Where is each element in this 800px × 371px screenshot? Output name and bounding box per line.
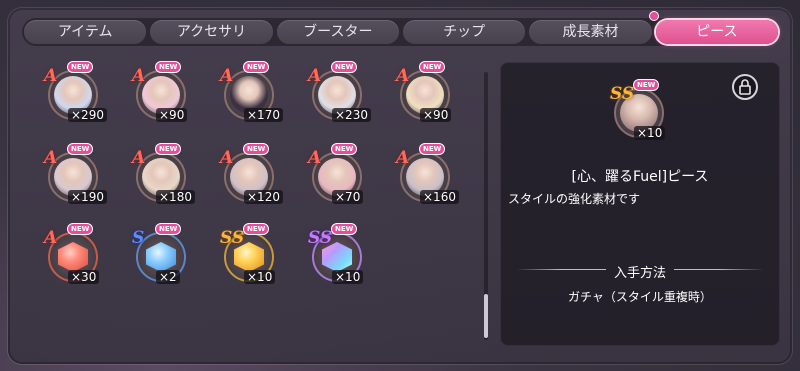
tab-pieces-label: ピース (696, 24, 738, 40)
detail-panel: SS NEW ×10 [心、躍るFuel]ピース スタイルの強化素材です 入手方… (500, 62, 780, 346)
rank-badge: A (44, 148, 58, 168)
rank-badge: A (308, 66, 322, 86)
acquisition-method: ガチャ（スタイル重複時） (568, 290, 712, 304)
new-badge: NEW (244, 224, 269, 234)
rank-badge: A (132, 148, 146, 168)
piece-item[interactable]: A NEW ×90 (394, 62, 464, 134)
rank-badge: A (44, 228, 58, 248)
rank-badge: A (44, 66, 58, 86)
new-badge: NEW (244, 62, 269, 72)
new-badge: NEW (332, 224, 357, 234)
piece-quantity: ×2 (156, 270, 180, 284)
new-badge: NEW (634, 80, 659, 90)
piece-item[interactable]: A NEW ×230 (306, 62, 376, 134)
new-badge: NEW (420, 62, 445, 72)
notification-dot (649, 12, 658, 20)
tab-boosters[interactable]: ブースター (276, 20, 399, 44)
piece-quantity: ×10 (244, 270, 276, 284)
piece-item[interactable]: A NEW ×160 (394, 144, 464, 216)
piece-quantity: ×160 (420, 190, 459, 204)
new-badge: NEW (68, 224, 93, 234)
piece-quantity: ×290 (68, 108, 107, 122)
piece-quantity: ×230 (332, 108, 371, 122)
piece-quantity: ×90 (156, 108, 188, 122)
piece-quantity: ×180 (156, 190, 195, 204)
rank-badge: A (396, 66, 410, 86)
piece-item[interactable]: A NEW ×70 (306, 144, 376, 216)
divider-right (674, 269, 764, 270)
detail-piece-icon: SS NEW ×10 (608, 80, 678, 152)
new-badge: NEW (68, 144, 93, 154)
new-badge: NEW (332, 62, 357, 72)
lock-button[interactable] (732, 74, 758, 100)
rank-badge: A (220, 66, 234, 86)
new-badge: NEW (244, 144, 269, 154)
piece-description: スタイルの強化素材です (508, 192, 641, 206)
piece-item[interactable]: SS NEW ×10 (306, 224, 376, 296)
piece-name: [心、躍るFuel]ピース (571, 169, 709, 185)
tab-pieces[interactable]: ピース (649, 12, 778, 44)
piece-quantity: ×10 (332, 270, 364, 284)
lock-icon (739, 79, 751, 95)
piece-item[interactable]: A NEW ×30 (42, 224, 112, 296)
rank-badge: S (132, 228, 145, 248)
new-badge: NEW (156, 144, 181, 154)
new-badge: NEW (156, 62, 181, 72)
piece-item[interactable]: A NEW ×170 (218, 62, 288, 134)
piece-item[interactable]: A NEW ×190 (42, 144, 112, 216)
piece-quantity: ×190 (68, 190, 107, 204)
rank-badge: A (132, 66, 146, 86)
tab-chips[interactable]: チップ (402, 20, 526, 44)
piece-quantity: ×120 (244, 190, 283, 204)
tab-items[interactable]: アイテム (24, 20, 147, 44)
piece-quantity: ×30 (68, 270, 100, 284)
rank-badge: A (308, 148, 322, 168)
piece-grid: A NEW ×290 A NEW ×90 A NEW ×170 A NEW ×230 A NEW ×90 A N… (36, 62, 476, 352)
rank-badge: SS (220, 228, 245, 248)
rank-badge: SS (308, 228, 333, 248)
piece-quantity: ×70 (332, 190, 364, 204)
new-badge: NEW (332, 144, 357, 154)
scrollbar-thumb[interactable] (484, 294, 488, 338)
rank-badge: A (396, 148, 410, 168)
tab-growth-materials[interactable]: 成長素材 (529, 20, 652, 44)
acquisition-heading: 入手方法 (613, 266, 666, 281)
tab-accessories[interactable]: アクセサリ (150, 20, 273, 44)
grid-scrollbar[interactable] (484, 72, 488, 340)
piece-item[interactable]: S NEW ×2 (130, 224, 200, 296)
rank-badge: A (220, 148, 234, 168)
piece-quantity: ×90 (420, 108, 452, 122)
piece-item[interactable]: A NEW ×120 (218, 144, 288, 216)
category-tabs: アイテム アクセサリ ブースター チップ 成長素材 ピース (22, 12, 780, 46)
new-badge: NEW (68, 62, 93, 72)
piece-quantity: ×170 (244, 108, 283, 122)
piece-item[interactable]: A NEW ×180 (130, 144, 200, 216)
new-badge: NEW (420, 144, 445, 154)
new-badge: NEW (156, 224, 181, 234)
piece-item[interactable]: A NEW ×290 (42, 62, 112, 134)
piece-item[interactable]: SS NEW ×10 (218, 224, 288, 296)
piece-item[interactable]: A NEW ×90 (130, 62, 200, 134)
rank-badge: SS (610, 84, 635, 104)
piece-quantity: ×10 (634, 126, 666, 140)
